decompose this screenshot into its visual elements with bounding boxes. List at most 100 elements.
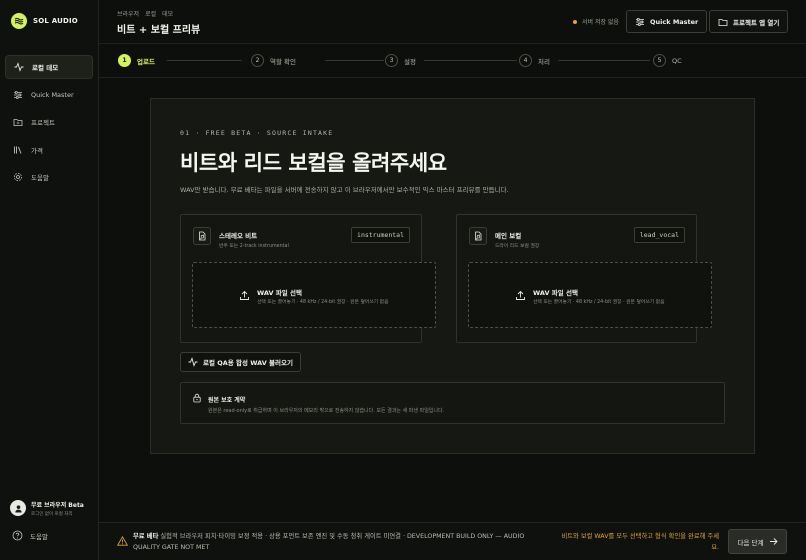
step-upload[interactable]: 1 업로드: [118, 54, 155, 67]
card-title: 스테레오 비트: [219, 232, 258, 240]
step-connector: [558, 60, 650, 61]
help-label: 도움말: [30, 532, 48, 541]
step-label: 역할 확인: [270, 57, 296, 66]
activity-icon: [188, 357, 198, 367]
activity-icon: [14, 62, 24, 72]
save-status: 서버 저장 없음: [573, 17, 619, 26]
user-subtitle: 로그인 없이 로컬 처리: [31, 511, 73, 517]
status-dot-icon: [573, 19, 577, 24]
notice-text: 원본은 read-only로 취급하며 이 브라우저의 메모리 밖으로 전송하지…: [208, 408, 445, 414]
step-connector: [325, 60, 384, 61]
quick-master-label: Quick Master: [650, 17, 699, 26]
load-synthetic-wav-button[interactable]: 로컬 QA용 합성 WAV 불러오기: [180, 352, 301, 372]
folder-icon: [13, 119, 23, 126]
next-step-button[interactable]: 다음 단계: [728, 529, 787, 554]
avatar: [10, 500, 26, 516]
step-label: 설정: [404, 57, 416, 66]
notice-title: 원본 보호 계약: [208, 397, 246, 404]
sidebar-item-label: 로컬 데모: [32, 64, 59, 72]
step-number: 4: [519, 54, 532, 67]
step-label: 업로드: [137, 57, 155, 66]
lock-icon: [193, 393, 201, 403]
sidebar: SOL AUDIO 로컬 데모 Quick Master 프로젝트 가격 도움말…: [0, 0, 99, 560]
beta-notice: 무료 베타 실험적 브라우저 피치·타이밍 보정 적용 · 상용 포먼트 보존 …: [133, 532, 533, 553]
step-processing[interactable]: 4 처리: [519, 54, 550, 67]
step-number: 1: [118, 54, 131, 67]
help-link[interactable]: 도움말: [12, 530, 48, 541]
demo-button-label: 로컬 QA용 합성 WAV 불러오기: [203, 359, 293, 367]
step-role-check[interactable]: 2 역할 확인: [251, 54, 296, 67]
sidebar-item-label: 도움말: [31, 174, 49, 182]
card-title: 메인 보컬: [495, 232, 522, 240]
sidebar-item-local-demo[interactable]: 로컬 데모: [5, 55, 93, 79]
user-icon: [14, 504, 22, 513]
sidebar-item-projects[interactable]: 프로젝트: [5, 110, 93, 134]
sidebar-item-label: Quick Master: [31, 90, 74, 99]
dropzone-hint: 선택 또는 끌어놓기 · 48 kHz / 24-bit 권장 · 원본 덮어쓰…: [257, 300, 389, 305]
progress-stepper: 1 업로드 2 역할 확인 3 설정 4 처리 5 QC: [99, 44, 806, 78]
section-heading: 비트와 리드 보컬을 올려주세요: [180, 151, 447, 175]
library-icon: [14, 146, 22, 154]
brand[interactable]: SOL AUDIO: [11, 13, 78, 29]
gear-icon: [14, 173, 22, 181]
step-settings[interactable]: 3 설정: [385, 54, 416, 67]
sidebar-item-label: 프로젝트: [31, 119, 55, 127]
help-circle-icon: [12, 530, 23, 541]
open-project-label: 프로젝트 앱 열기: [733, 18, 780, 27]
beta-notice-text: 실험적 브라우저 피치·타이밍 보정 적용 · 상용 포먼트 보존 엔진 및 수…: [133, 533, 525, 551]
step-connector: [424, 60, 517, 61]
sidebar-item-pricing[interactable]: 가격: [5, 138, 93, 162]
section-eyebrow: 01 · FREE BETA · SOURCE INTAKE: [180, 129, 334, 137]
sidebar-item-quick-master[interactable]: Quick Master: [5, 83, 93, 107]
arrow-right-icon: [769, 538, 778, 545]
step-number: 3: [385, 54, 398, 67]
quick-master-button[interactable]: Quick Master: [626, 10, 708, 33]
validation-hint: 비트와 보컬 WAV를 모두 선택하고 형식 확인을 완료해 주세요.: [561, 533, 719, 551]
dropzone-title: WAV 파일 선택: [533, 289, 578, 297]
role-tag: lead_vocal: [633, 227, 685, 243]
sidebar-item-label: 가격: [31, 146, 43, 155]
sidebar-nav: 로컬 데모 Quick Master 프로젝트 가격 도움말: [5, 55, 93, 193]
warning-icon: [117, 536, 128, 546]
save-status-text: 서버 저장 없음: [582, 19, 619, 26]
role-tag: instrumental: [351, 227, 410, 243]
source-intake-panel: 01 · FREE BETA · SOURCE INTAKE 비트와 리드 보컬…: [150, 98, 755, 454]
breadcrumb-item[interactable]: 브라우저: [117, 9, 139, 18]
breadcrumb: 브라우저 로컬 데모: [117, 9, 173, 18]
sound-wave-icon: [11, 13, 27, 29]
top-header: 브라우저 로컬 데모 비트 + 보컬 프리뷰 서버 저장 없음 Quick Ma…: [99, 0, 806, 44]
upload-icon: [516, 290, 525, 300]
source-protection-notice: 원본 보호 계약 원본은 read-only로 취급하며 이 브라우저의 메모리…: [180, 382, 725, 424]
user-name: 무료 브라우저 Beta: [31, 501, 84, 509]
dropzone-title: WAV 파일 선택: [257, 289, 302, 297]
bottom-action-bar: 무료 베타 실험적 브라우저 피치·타이밍 보정 적용 · 상용 포먼트 보존 …: [99, 522, 806, 560]
sidebar-item-help[interactable]: 도움말: [5, 165, 93, 189]
step-connector: [167, 60, 242, 61]
step-qc[interactable]: 5 QC: [653, 54, 682, 67]
upload-icon: [240, 290, 249, 300]
beat-wav-dropzone[interactable]: WAV 파일 선택 선택 또는 끌어놓기 · 48 kHz / 24-bit 권…: [192, 262, 436, 328]
audio-file-icon: [469, 227, 487, 245]
audio-file-icon: [193, 227, 211, 245]
step-label: 처리: [538, 57, 550, 66]
sliders-icon: [636, 17, 644, 26]
dropzone-hint: 선택 또는 끌어놓기 · 48 kHz / 24-bit 권장 · 원본 덮어쓰…: [533, 300, 665, 305]
breadcrumb-item[interactable]: 로컬: [145, 9, 156, 18]
open-project-app-button[interactable]: 프로젝트 앱 열기: [709, 10, 789, 33]
page-title: 비트 + 보컬 프리뷰: [117, 25, 201, 36]
sliders-icon: [14, 90, 22, 99]
vocal-upload-card: 메인 보컬 드라이 리드 보컬 권장 lead_vocal WAV 파일 선택 …: [456, 214, 712, 343]
section-description: WAV만 받습니다. 무료 베타는 파일을 서버에 전송하지 않고 이 브라우저…: [180, 186, 509, 194]
step-number: 2: [251, 54, 264, 67]
next-step-label: 다음 단계: [737, 538, 764, 547]
card-subtitle: 반주 또는 2-track instrumental: [219, 244, 289, 249]
breadcrumb-item: 데모: [162, 11, 174, 18]
user-card[interactable]: 무료 브라우저 Beta 로그인 없이 로컬 처리: [0, 495, 98, 521]
beta-label: 무료 베타: [133, 533, 159, 540]
brand-name: SOL AUDIO: [33, 17, 78, 25]
step-label: QC: [672, 56, 682, 65]
card-subtitle: 드라이 리드 보컬 권장: [495, 244, 540, 249]
folder-icon: [718, 18, 728, 26]
vocal-wav-dropzone[interactable]: WAV 파일 선택 선택 또는 끌어놓기 · 48 kHz / 24-bit 권…: [468, 262, 712, 328]
beat-upload-card: 스테레오 비트 반주 또는 2-track instrumental instr…: [180, 214, 436, 343]
